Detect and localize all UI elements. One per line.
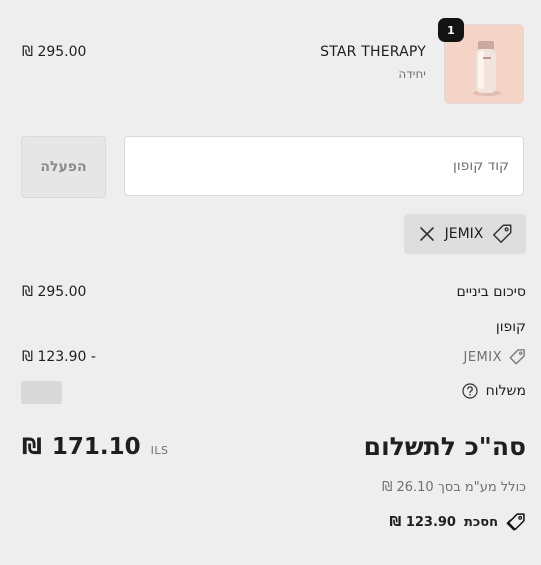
total-amount: 171.10 <box>51 434 141 460</box>
coupon-code-input[interactable] <box>124 136 524 196</box>
vat-note: כולל מע"מ בסך 26.10 ₪ <box>382 480 526 495</box>
product-variant: יחידה <box>398 67 426 81</box>
shipping-label: משלוח <box>485 383 526 399</box>
savings-row: 123.90 ₪ חסכת <box>390 512 526 532</box>
product-price: 295.00 ₪ <box>22 44 87 60</box>
close-icon <box>419 227 434 241</box>
applied-coupon-code: JEMIX <box>444 226 484 242</box>
total-value: ₪ 171.10 ILS <box>22 434 169 460</box>
subtotal-label: סיכום ביניים <box>456 284 526 300</box>
shipping-cost-loading <box>21 381 62 404</box>
total-currency-symbol: ₪ <box>22 435 42 460</box>
help-icon[interactable] <box>462 383 478 399</box>
tag-icon <box>493 224 512 243</box>
coupon-label: קופון <box>495 319 526 335</box>
applied-coupon-chip: JEMIX <box>404 214 526 254</box>
coupon-discount-value: - 123.90 ₪ <box>22 349 96 365</box>
coupon-code-line: JEMIX <box>463 348 526 366</box>
tag-icon <box>509 349 525 365</box>
quantity-badge: 1 <box>438 18 464 42</box>
coupon-code-text: JEMIX <box>463 349 502 365</box>
savings-tag-icon <box>506 513 525 531</box>
product-name: STAR THERAPY <box>320 44 426 60</box>
savings-label: חסכת <box>463 514 498 530</box>
apply-coupon-button[interactable]: הפעלה <box>21 136 106 198</box>
total-label: סה"כ לתשלום <box>363 432 526 461</box>
savings-value: 123.90 ₪ <box>389 514 456 530</box>
shipping-row: משלוח <box>462 383 526 399</box>
remove-coupon-button[interactable] <box>417 224 437 244</box>
currency-code: ILS <box>150 444 169 457</box>
subtotal-value: 295.00 ₪ <box>22 284 87 300</box>
